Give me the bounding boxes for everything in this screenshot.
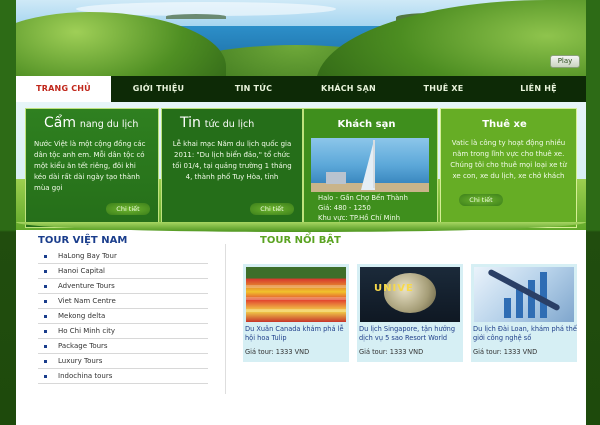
nav-news[interactable]: TIN TỨC [206, 76, 301, 102]
tour-vietnam-title: TOUR VIỆT NAM [38, 235, 128, 246]
feature-travel-guide: Cẩm nang du lịch Nước Việt là một cộng đ… [25, 108, 159, 228]
feature-text: Nước Việt là một cộng đồng các dân tộc a… [34, 140, 146, 192]
feature-travel-news: Tin tức du lịch Lễ khai mạc Năm du lịch … [161, 108, 303, 228]
more-button[interactable]: Chi tiết [250, 203, 294, 215]
hotel-info: Halo - Gần Chợ Bến Thành Giá: 480 - 1250… [318, 193, 408, 223]
main-nav: TRANG CHỦ GIỚI THIỆU TIN TỨC KHÁCH SẠN T… [16, 76, 586, 102]
footer-strip [16, 410, 586, 425]
hotel-name[interactable]: Halo - Gần Chợ Bến Thành [318, 193, 408, 203]
list-item[interactable]: Viet Nam Centre [38, 294, 208, 309]
hill-decoration [316, 0, 586, 76]
bullet-icon [44, 360, 47, 363]
list-item[interactable]: Indochina tours [38, 369, 208, 384]
tour-price: Giá tour: 1333 VND [245, 348, 310, 356]
bullet-icon [44, 315, 47, 318]
bullet-icon [44, 345, 47, 348]
tour-image[interactable] [246, 267, 346, 322]
list-item[interactable]: Mekong delta [38, 309, 208, 324]
column-divider [225, 244, 226, 394]
hotel-price: Giá: 480 - 1250 [318, 204, 371, 212]
list-item[interactable]: Hanoi Capital [38, 264, 208, 279]
green-separator [16, 222, 586, 232]
bullet-icon [44, 285, 47, 288]
list-item[interactable]: Adventure Tours [38, 279, 208, 294]
bullet-icon [44, 330, 47, 333]
tour-caption[interactable]: Du lịch Singapore, tận hưởng dịch vụ 5 s… [359, 325, 463, 343]
feature-title: Tin tức du lịch [180, 115, 255, 131]
nav-car-rental[interactable]: THUÊ XE [396, 76, 491, 102]
pen-icon [487, 268, 561, 312]
list-item[interactable]: HaLong Bay Tour [38, 249, 208, 264]
feature-title: Cẩm nang du lịch [44, 115, 139, 131]
tour-price: Giá tour: 1333 VND [359, 348, 424, 356]
tour-image[interactable] [474, 267, 574, 322]
nav-about[interactable]: GIỚI THIỆU [111, 76, 206, 102]
island-decoration [166, 14, 226, 19]
tour-card[interactable]: Du Xuân Canada khám phá lễ hội hoa Tulip… [243, 264, 349, 362]
nav-hotels[interactable]: KHÁCH SẠN [301, 76, 396, 102]
feature-title: Thuê xe [482, 119, 527, 130]
feature-text: Lễ khai mạc Năm du lịch quốc gia 2011: "… [172, 140, 292, 181]
bullet-icon [44, 255, 47, 258]
tour-caption[interactable]: Du Xuân Canada khám phá lễ hội hoa Tulip [245, 325, 349, 343]
tour-caption[interactable]: Du lịch Đài Loan, khám phá thế giới công… [473, 325, 577, 343]
site-container: Play TRANG CHỦ GIỚI THIỆU TIN TỨC KHÁCH … [16, 0, 586, 425]
more-button[interactable]: Chi tiết [459, 194, 503, 206]
feature-text: Vatic là công ty hoạt động nhiều năm tro… [450, 139, 567, 180]
nav-contact[interactable]: LIÊN HỆ [491, 76, 586, 102]
more-button[interactable]: Chi tiết [106, 203, 150, 215]
feature-hotels: Khách sạn Halo - Gần Chợ Bến Thành Giá: … [303, 108, 438, 228]
tour-image[interactable]: UNIVE [360, 267, 460, 322]
bullet-icon [44, 300, 47, 303]
hill-decoration [16, 12, 226, 76]
list-item[interactable]: Ho Chi Minh city [38, 324, 208, 339]
tour-card[interactable]: Du lịch Đài Loan, khám phá thế giới công… [471, 264, 577, 362]
hotel-image[interactable] [311, 138, 429, 192]
list-item[interactable]: Luxury Tours [38, 354, 208, 369]
features-band: Cẩm nang du lịch Nước Việt là một cộng đ… [16, 102, 586, 230]
tour-card[interactable]: UNIVE Du lịch Singapore, tận hưởng dịch … [357, 264, 463, 362]
list-item[interactable]: Package Tours [38, 339, 208, 354]
bullet-icon [44, 270, 47, 273]
globe-sign-text: UNIVE [374, 283, 414, 294]
nav-home[interactable]: TRANG CHỦ [16, 76, 111, 102]
bullet-icon [44, 375, 47, 378]
tour-vietnam-list: HaLong Bay Tour Hanoi Capital Adventure … [38, 249, 208, 384]
header-banner: Play [16, 0, 586, 76]
feature-car-rental: Thuê xe Vatic là công ty hoạt động nhiều… [440, 108, 577, 228]
feature-title: Khách sạn [337, 119, 396, 130]
play-button[interactable]: Play [550, 55, 580, 68]
tour-price: Giá tour: 1333 VND [473, 348, 538, 356]
featured-tours-title: TOUR NỔI BẬT [260, 235, 341, 246]
